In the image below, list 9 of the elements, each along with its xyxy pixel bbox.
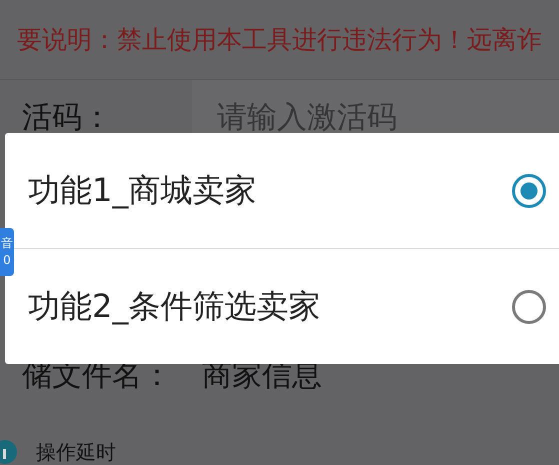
option-label[interactable]: 功能1_商城卖家 (28, 168, 256, 212)
option-label[interactable]: 功能2_条件筛选卖家 (28, 284, 320, 328)
radio-button[interactable] (511, 288, 547, 324)
info-icon (0, 440, 17, 464)
floating-badge[interactable]: 音 0 (0, 228, 14, 276)
warning-text: 要说明：禁止使用本工具进行违法行为！远离诈 (17, 24, 542, 56)
radio-button[interactable] (511, 172, 547, 208)
activation-label: 活码： (21, 99, 113, 137)
delay-label: 操作延时 (36, 438, 116, 465)
